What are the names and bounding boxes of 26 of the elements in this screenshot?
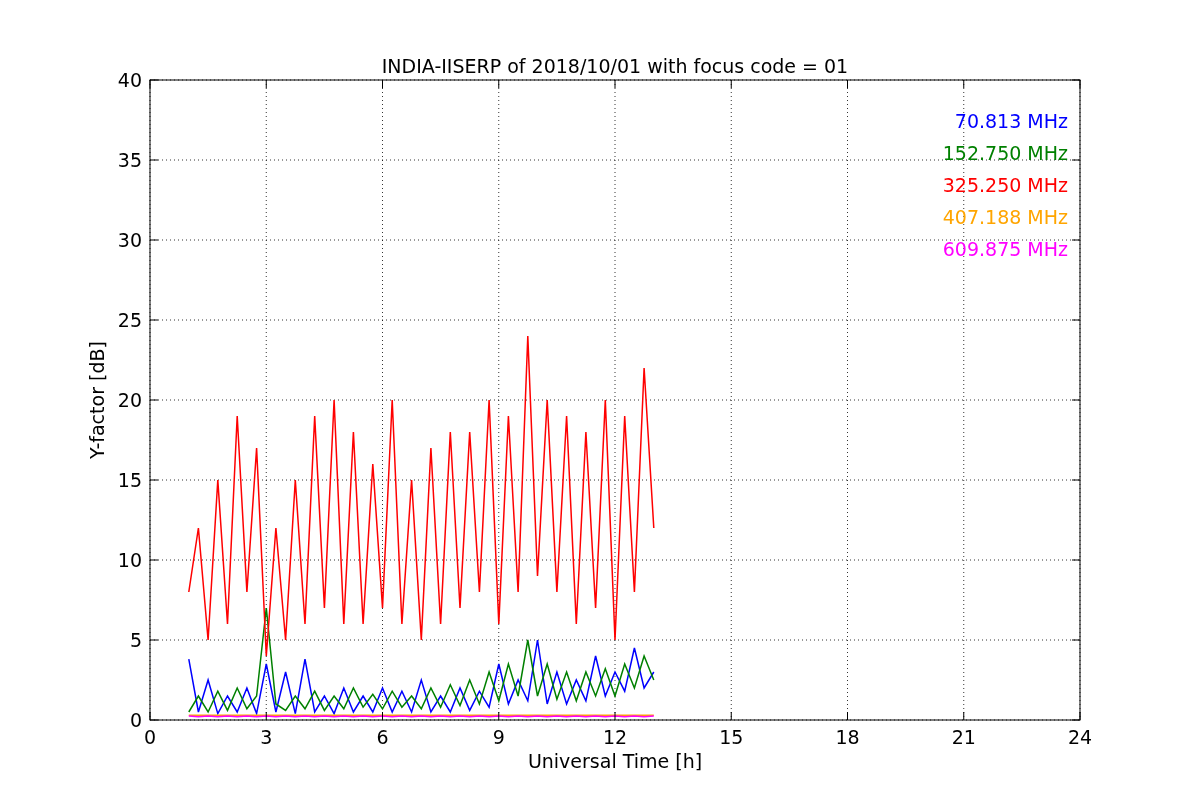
tick-label: 30	[117, 229, 142, 251]
tick-label: 21	[951, 726, 976, 748]
chart-title: INDIA-IISERP of 2018/10/01 with focus code = 01	[381, 55, 849, 77]
tick-label: 0	[143, 726, 157, 748]
tick-label: 6	[376, 726, 389, 748]
tick-label: 9	[492, 726, 505, 748]
legend-label: 407.188 MHz	[942, 206, 1068, 228]
tick-label: 40	[117, 69, 142, 91]
legend-label: 152.750 MHz	[942, 142, 1068, 164]
axis-label: Y-factor [dB]	[86, 341, 108, 459]
tick-label: 10	[117, 549, 142, 571]
legend-label: 325.250 MHz	[942, 174, 1068, 196]
tick-label: 35	[117, 149, 142, 171]
tick-label: 3	[260, 726, 273, 748]
tick-label: 5	[129, 629, 142, 651]
tick-label: 12	[602, 726, 628, 748]
tick-label: 20	[117, 389, 142, 411]
tick-label: 15	[719, 726, 744, 748]
tick-label: 18	[835, 726, 860, 748]
tick-label: 24	[1067, 726, 1093, 748]
legend-label: 609.875 MHz	[942, 238, 1068, 260]
tick-label: 25	[117, 309, 142, 331]
legend-label: 70.813 MHz	[954, 110, 1068, 132]
tick-label: 0	[129, 709, 142, 731]
tick-label: 15	[117, 469, 142, 491]
axis-label: Universal Time [h]	[527, 750, 703, 772]
